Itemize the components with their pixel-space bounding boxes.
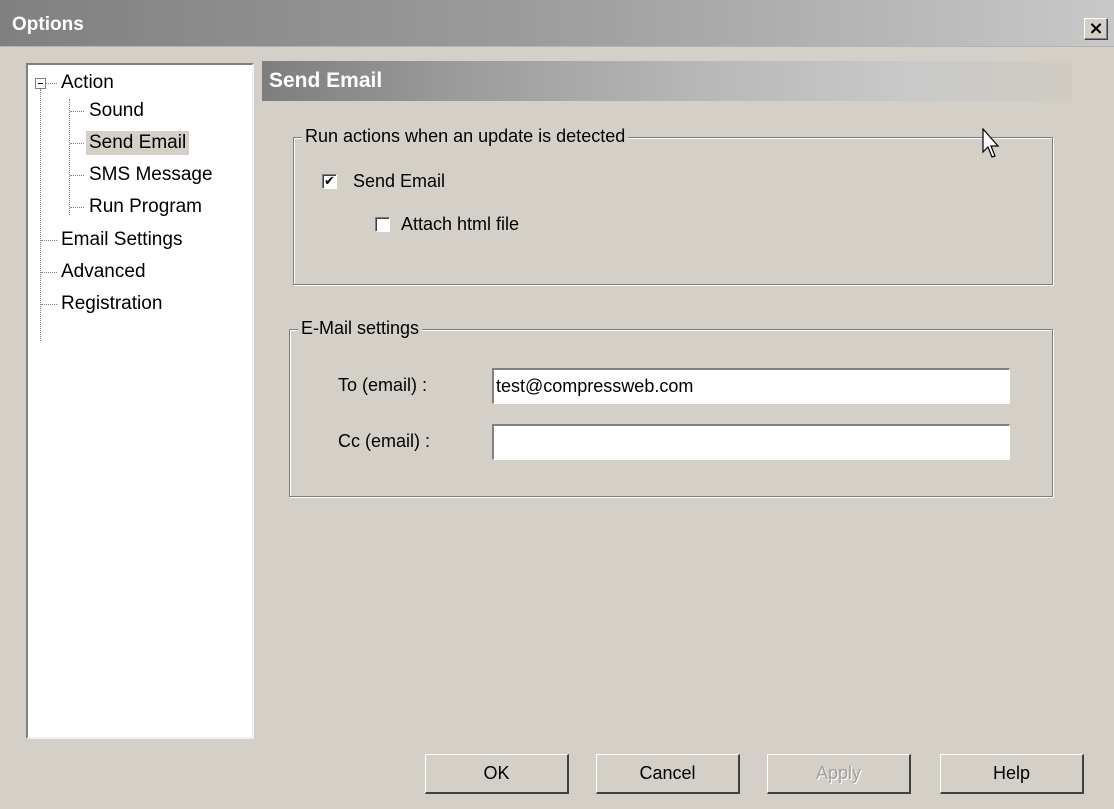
tree-connector	[41, 304, 57, 305]
tree-item-label: Advanced	[61, 261, 146, 282]
cc-email-label: Cc (email) :	[338, 431, 431, 451]
tree-item-run-program[interactable]: Run Program	[86, 195, 205, 219]
tree-connector	[69, 99, 70, 215]
group-legend: E-Mail settings	[298, 318, 423, 339]
tree-item-label: Send Email	[89, 132, 187, 153]
apply-button[interactable]: Apply	[767, 754, 911, 794]
tree-item-send-email[interactable]: Send Email	[86, 131, 190, 155]
tree-connector	[41, 240, 57, 241]
cc-email-input[interactable]	[492, 424, 1010, 460]
attach-html-checkbox[interactable]	[375, 217, 390, 232]
ok-button-label: OK	[483, 763, 510, 783]
close-button[interactable]: ×	[1084, 18, 1108, 40]
tree-connector	[70, 143, 84, 144]
send-email-checkbox[interactable]: ✔	[322, 174, 337, 189]
tree-connector	[45, 83, 57, 84]
attach-html-label[interactable]: Attach html file	[401, 214, 519, 235]
tree-connector	[70, 111, 84, 112]
ok-button[interactable]: OK	[425, 754, 569, 794]
tree-item-advanced[interactable]: Advanced	[58, 260, 149, 284]
close-icon: ×	[1088, 18, 1104, 39]
to-email-label: To (email) :	[338, 375, 428, 395]
apply-button-label: Apply	[815, 763, 862, 783]
help-button-label: Help	[992, 763, 1031, 783]
panel-header: Send Email	[262, 61, 1072, 101]
tree-connector	[41, 272, 57, 273]
title-bar[interactable]: Options ×	[0, 0, 1114, 47]
options-tree[interactable]: Action Sound Send Email SMS Message Run …	[26, 63, 254, 739]
group-legend: Run actions when an update is detected	[302, 126, 629, 147]
email-settings-group: E-Mail settings To (email) : Cc (email) …	[289, 318, 1053, 497]
tree-item-label: Registration	[61, 293, 163, 314]
run-actions-group: Run actions when an update is detected ✔…	[293, 126, 1053, 285]
tree-connector	[70, 175, 84, 176]
tree-item-action[interactable]: Action	[58, 71, 117, 95]
mouse-pointer-icon	[982, 128, 1000, 158]
tree-item-label: Action	[61, 72, 114, 93]
tree-item-sms-message[interactable]: SMS Message	[86, 163, 216, 187]
help-button[interactable]: Help	[940, 754, 1084, 794]
tree-item-label: Email Settings	[61, 229, 183, 250]
to-email-input[interactable]	[492, 368, 1010, 404]
collapse-icon[interactable]	[35, 78, 46, 89]
send-email-label[interactable]: Send Email	[353, 171, 445, 192]
cancel-button[interactable]: Cancel	[596, 754, 740, 794]
tree-item-sound[interactable]: Sound	[86, 99, 147, 123]
tree-item-email-settings[interactable]: Email Settings	[58, 228, 185, 252]
checkmark-icon: ✔	[324, 174, 335, 189]
tree-item-label: Sound	[89, 100, 144, 121]
cancel-button-label: Cancel	[639, 763, 696, 783]
window-title: Options	[12, 14, 84, 35]
tree-item-label: Run Program	[89, 196, 202, 217]
tree-connector	[70, 207, 84, 208]
tree-item-label: SMS Message	[89, 164, 213, 185]
panel-title: Send Email	[269, 69, 383, 92]
tree-item-registration[interactable]: Registration	[58, 292, 165, 316]
